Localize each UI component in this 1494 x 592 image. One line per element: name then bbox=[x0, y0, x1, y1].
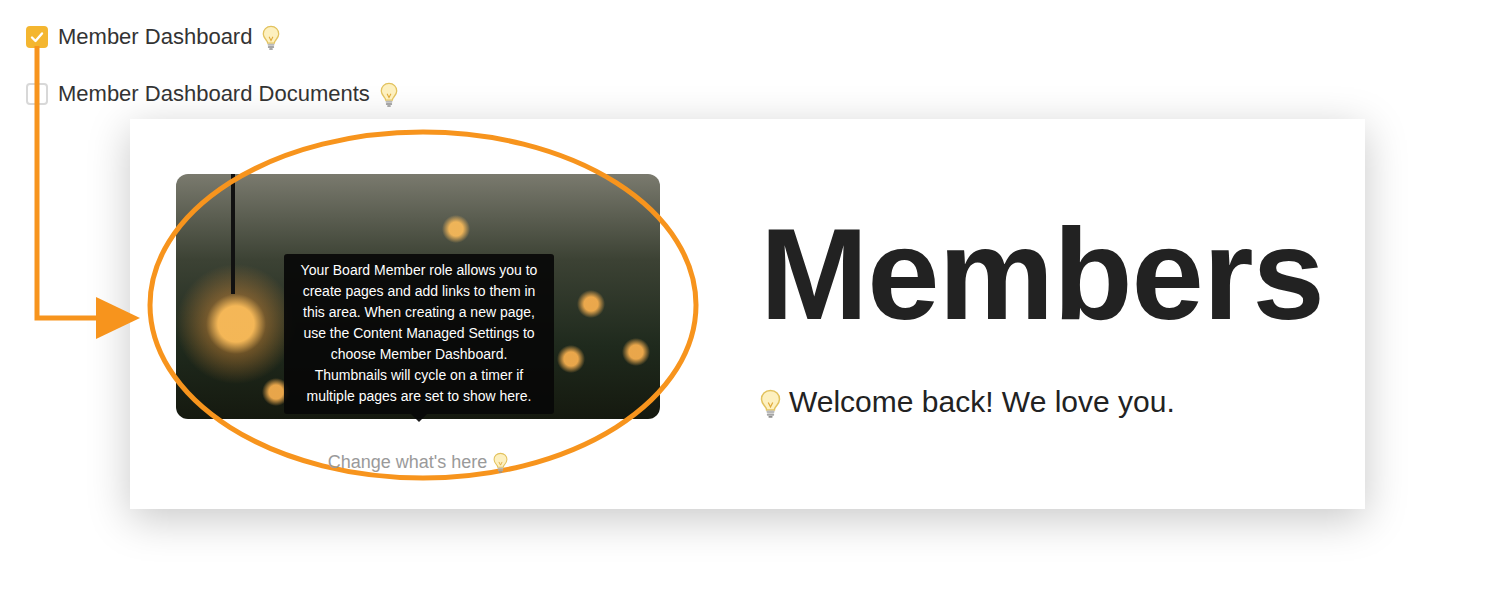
cord-shape bbox=[231, 174, 235, 294]
connector-arrow-icon bbox=[37, 46, 100, 318]
lightbulb-icon bbox=[760, 384, 781, 420]
change-link[interactable]: Change what's here bbox=[328, 449, 509, 476]
checklist-item[interactable]: Member Dashboard bbox=[26, 20, 1494, 53]
checklist-item[interactable]: Member Dashboard Documents bbox=[26, 77, 1494, 110]
highlight-ellipse bbox=[150, 132, 696, 478]
lightbulb-icon bbox=[262, 20, 280, 53]
lightbulb-icon bbox=[380, 77, 398, 110]
dashboard-preview: Your Board Member role allows you to cre… bbox=[130, 119, 1365, 509]
feature-checklist: Member Dashboard Member Dashboard Documen… bbox=[0, 0, 1494, 110]
thumbnail-area: Your Board Member role allows you to cre… bbox=[176, 174, 660, 476]
welcome-message: Welcome back! We love you. bbox=[760, 384, 1324, 420]
checkbox[interactable] bbox=[26, 83, 48, 105]
checklist-label[interactable]: Member Dashboard Documents bbox=[58, 77, 370, 110]
tooltip: Your Board Member role allows you to cre… bbox=[284, 254, 554, 414]
change-link-text[interactable]: Change what's here bbox=[328, 449, 488, 476]
welcome-area: Members Welcome back! We love you. bbox=[760, 209, 1324, 420]
check-icon bbox=[30, 30, 44, 44]
page-title: Members bbox=[760, 209, 1324, 339]
thumbnail-photo[interactable]: Your Board Member role allows you to cre… bbox=[176, 174, 660, 419]
annotation-overlay bbox=[0, 0, 1494, 592]
welcome-text: Welcome back! We love you. bbox=[789, 384, 1175, 420]
checklist-label[interactable]: Member Dashboard bbox=[58, 20, 252, 53]
checkbox[interactable] bbox=[26, 26, 48, 48]
lightbulb-icon bbox=[493, 449, 508, 476]
arrowhead-icon bbox=[96, 297, 140, 339]
